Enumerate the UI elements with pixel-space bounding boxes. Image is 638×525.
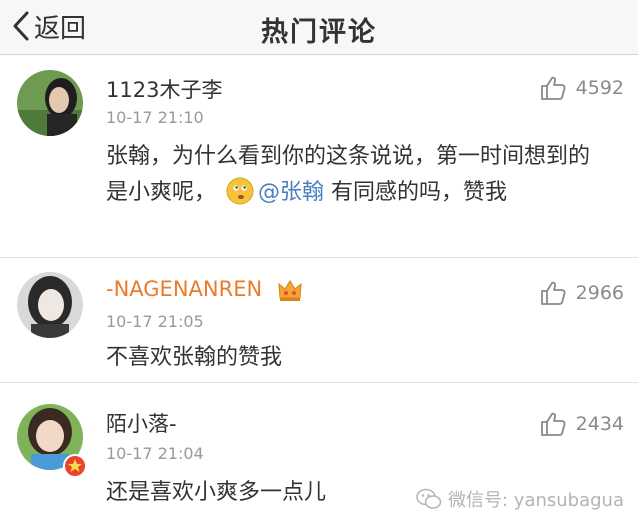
comment-item: -NAGENANREN 10-17 21:05 2966 不喜欢张翰的赞我 <box>0 258 638 383</box>
like-count: 2434 <box>575 413 624 435</box>
comment-text: 还是喜欢小爽多一点儿 <box>106 480 327 505</box>
like-button[interactable]: 4592 <box>540 75 624 101</box>
username[interactable]: 陌小落- <box>106 408 177 438</box>
username[interactable]: -NAGENANREN <box>106 277 262 301</box>
comment-text: 有同感的吗，赞我 <box>324 180 508 205</box>
like-count: 4592 <box>575 77 624 99</box>
thumbs-up-icon <box>540 76 566 100</box>
thinking-face-emoji-icon <box>226 177 254 205</box>
watermark: 微信号: yansubagua <box>416 486 624 512</box>
like-count: 2966 <box>575 282 624 304</box>
like-button[interactable]: 2966 <box>540 280 624 306</box>
comment-content: 张翰，为什么看到你的这条说说，第一时间想到的是小爽呢， @张翰 有同感的吗，赞我 <box>106 139 611 211</box>
like-button[interactable]: 2434 <box>540 411 624 437</box>
wechat-icon <box>416 488 442 509</box>
timestamp: 10-17 21:04 <box>106 444 204 463</box>
thumbs-up-icon <box>540 412 566 436</box>
watermark-text: 微信号: yansubagua <box>448 490 624 511</box>
vip-crown-icon <box>278 280 302 301</box>
thumbs-up-icon <box>540 281 566 305</box>
avatar[interactable] <box>17 70 83 136</box>
username[interactable]: 1123木子李 <box>106 74 222 104</box>
nav-bar: 返回 热门评论 <box>0 0 638 55</box>
mention-link[interactable]: @张翰 <box>258 180 324 205</box>
timestamp: 10-17 21:10 <box>106 108 204 127</box>
comment-content: 不喜欢张翰的赞我 <box>106 340 611 376</box>
comment-text: 不喜欢张翰的赞我 <box>106 345 283 370</box>
verified-badge-icon <box>63 454 87 478</box>
comment-item: 1123木子李 10-17 21:10 4592 张翰，为什么看到你的这条说说，… <box>0 55 638 258</box>
page-title: 热门评论 <box>261 17 377 48</box>
timestamp: 10-17 21:05 <box>106 312 204 331</box>
avatar[interactable] <box>17 272 83 338</box>
